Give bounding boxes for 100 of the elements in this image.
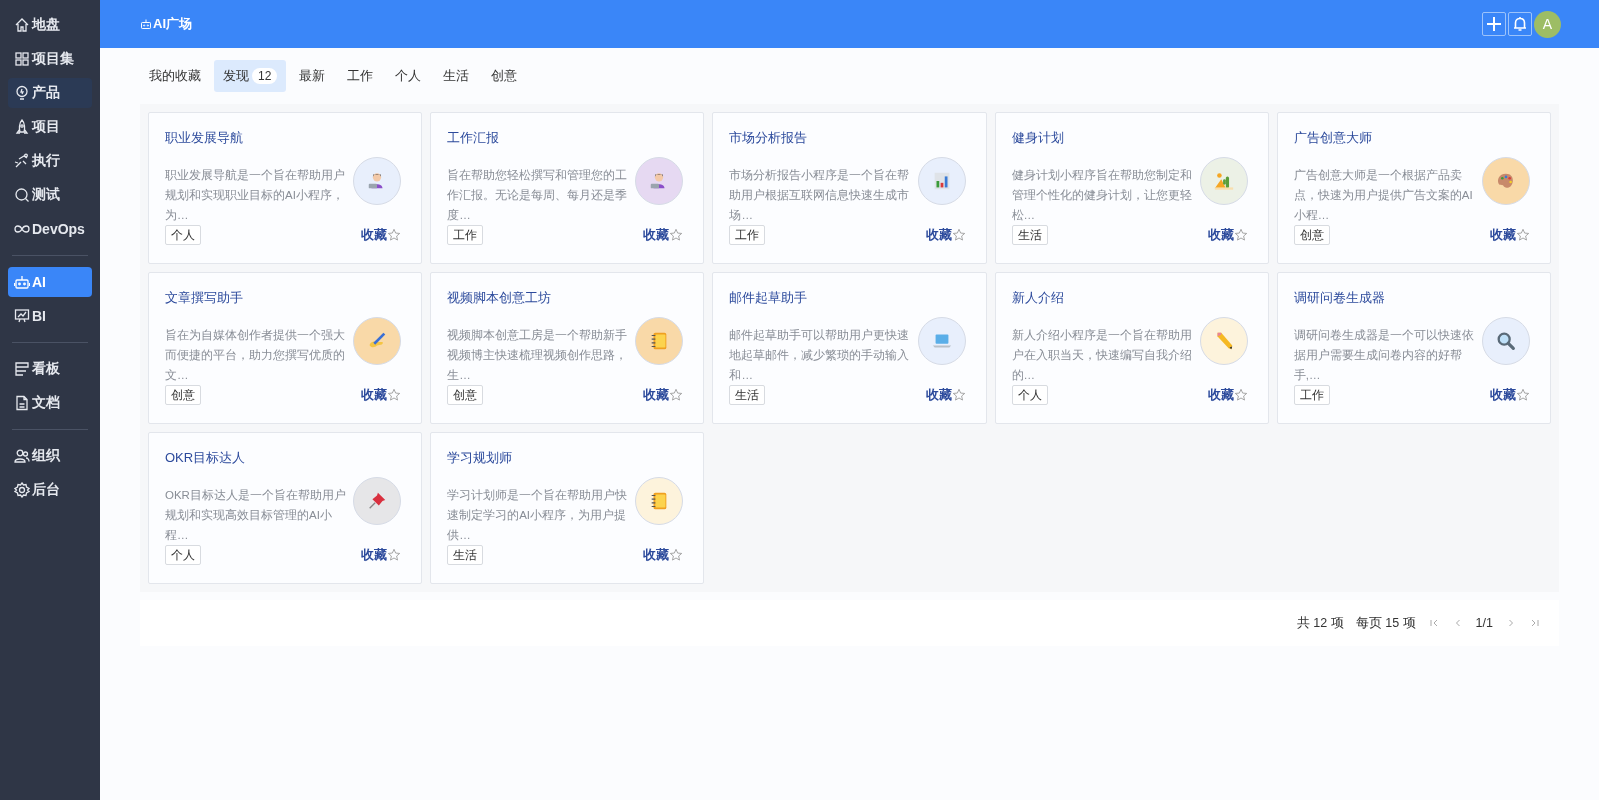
robot-icon xyxy=(140,18,152,30)
category-tag: 创意 xyxy=(1293,225,1330,245)
lightbulb-icon xyxy=(14,85,30,101)
card-title: 市场分析报告 xyxy=(729,129,809,147)
robot-icon xyxy=(14,274,30,290)
total-count: 共 12 项 xyxy=(1296,614,1344,632)
nav-label: 看板 xyxy=(32,360,60,378)
app-card[interactable]: OKR目标达人 OKR目标达人是一个旨在帮助用户规划和实现高效目标管理的AI小程… 个人 收藏 xyxy=(148,432,423,584)
category-tag: 创意 xyxy=(447,385,484,405)
tab[interactable]: 个人 xyxy=(386,60,431,92)
card-title: 文章撰写助手 xyxy=(165,289,244,307)
star-icon xyxy=(669,548,684,562)
category-tag: 个人 xyxy=(165,545,201,565)
nav-item[interactable]: 执行 xyxy=(8,146,92,176)
nav-label: 地盘 xyxy=(32,16,60,34)
tab[interactable]: 最新 xyxy=(290,60,335,92)
nav-label: 组织 xyxy=(32,447,60,465)
card-title: 学习规划师 xyxy=(447,449,514,467)
app-card[interactable]: 调研问卷生成器 调研问卷生成器是一个可以快速依据用户需要生成问卷内容的好帮手,… 工作 收藏 xyxy=(1276,272,1551,424)
card-description: 广告创意大师是一个根据产品卖点，快速为用户提供广告文案的AI小程… xyxy=(1293,168,1474,223)
app-card[interactable]: 学习规划师 学习计划师是一个旨在帮助用户快速制定学习的AI小程序，为用户提供… 生活 收藏 xyxy=(430,432,705,584)
favorite-link[interactable]: 收藏 xyxy=(643,546,684,564)
nav-item[interactable]: 项目 xyxy=(8,112,92,142)
nav-label: BI xyxy=(32,308,46,324)
tab[interactable]: 我的收藏 xyxy=(140,60,210,92)
star-icon xyxy=(1233,388,1248,402)
card-description: 健身计划小程序旨在帮助您制定和管理个性化的健身计划，让您更轻松… xyxy=(1011,168,1193,223)
rocket-icon xyxy=(14,119,30,135)
card-description: 调研问卷生成器是一个可以快速依据用户需要生成问卷内容的好帮手,… xyxy=(1293,328,1475,383)
nav-item[interactable]: 看板 xyxy=(8,354,92,384)
card-description: OKR目标达人是一个旨在帮助用户规划和实现高效目标管理的AI小程… xyxy=(165,488,347,543)
people-icon xyxy=(14,448,30,464)
document-icon xyxy=(14,395,30,411)
favorite-link[interactable]: 收藏 xyxy=(361,546,402,564)
app-card[interactable]: 文章撰写助手 旨在为自媒体创作者提供一个强大而便捷的平台，助力您撰写优质的文… 创意 收藏 xyxy=(148,272,423,424)
favorite-link[interactable]: 收藏 xyxy=(925,226,966,244)
tab[interactable]: 工作 xyxy=(338,60,383,92)
star-icon xyxy=(387,228,402,242)
card-title: 工作汇报 xyxy=(447,129,501,147)
star-icon xyxy=(951,228,966,242)
nav-label: 项目 xyxy=(32,118,60,136)
tab[interactable]: 发现 12 xyxy=(214,60,287,92)
favorite-link[interactable]: 收藏 xyxy=(1490,386,1530,404)
nav-label: 文档 xyxy=(32,394,60,412)
app-card[interactable]: 新人介绍 新人介绍小程序是一个旨在帮助用户在入职当天，快速编写自我介绍的… 个人 收藏 xyxy=(994,272,1269,424)
category-tag: 工作 xyxy=(447,225,484,245)
favorite-link[interactable]: 收藏 xyxy=(1207,386,1248,404)
favorite-link[interactable]: 收藏 xyxy=(643,386,684,404)
grid-icon xyxy=(14,51,30,67)
app-card[interactable]: 视频脚本创意工坊 视频脚本创意工房是一个帮助新手视频博主快速梳理视频创作思路，生… 创意 收藏 xyxy=(430,272,705,424)
add-button[interactable] xyxy=(1482,12,1506,36)
card-title: 视频脚本创意工坊 xyxy=(447,289,553,307)
star-icon xyxy=(387,388,402,402)
nav-item[interactable]: DevOps xyxy=(8,214,92,244)
nav-label: 执行 xyxy=(32,152,60,170)
card-title: 广告创意大师 xyxy=(1293,129,1373,147)
notification-button[interactable] xyxy=(1508,12,1532,36)
nav-item[interactable]: 地盘 xyxy=(8,10,92,40)
home-icon xyxy=(14,17,30,33)
favorite-link[interactable]: 收藏 xyxy=(361,386,402,404)
nav-label: 项目集 xyxy=(32,50,74,68)
card-description: 学习计划师是一个旨在帮助用户快速制定学习的AI小程序，为用户提供… xyxy=(447,488,629,543)
favorite-link[interactable]: 收藏 xyxy=(925,386,966,404)
chart-board-icon xyxy=(14,308,30,324)
search-icon xyxy=(14,187,30,203)
category-tag: 个人 xyxy=(1011,385,1048,405)
favorite-link[interactable]: 收藏 xyxy=(361,226,402,244)
nav-item[interactable]: 后台 xyxy=(8,475,92,505)
category-tag: 生活 xyxy=(729,385,766,405)
tab[interactable]: 生活 xyxy=(434,60,479,92)
nav-item[interactable]: 文档 xyxy=(8,388,92,418)
category-tag: 个人 xyxy=(165,225,201,245)
app-card[interactable]: 市场分析报告 市场分析报告小程序是一个旨在帮助用户根据互联网信息快速生成市场… 工作 收藏 xyxy=(712,112,987,264)
star-icon xyxy=(1233,228,1248,242)
nav-item[interactable]: 组织 xyxy=(8,441,92,471)
nav-item[interactable]: 产品 xyxy=(8,78,92,108)
nav-item[interactable]: BI xyxy=(8,301,92,331)
page-size[interactable]: 每页 15 项 xyxy=(1355,614,1416,632)
app-card[interactable]: 广告创意大师 广告创意大师是一个根据产品卖点，快速为用户提供广告文案的AI小程… 创意 收藏 xyxy=(1276,112,1551,264)
nav-label: 测试 xyxy=(32,186,60,204)
card-title: 邮件起草助手 xyxy=(729,289,809,307)
app-card[interactable]: 工作汇报 旨在帮助您轻松撰写和管理您的工作汇报。无论是每周、每月还是季度… 工作 收藏 xyxy=(430,112,705,264)
favorite-link[interactable]: 收藏 xyxy=(643,226,684,244)
bell-icon xyxy=(1512,16,1528,32)
app-card[interactable]: 健身计划 健身计划小程序旨在帮助您制定和管理个性化的健身计划，让您更轻松… 生活 收藏 xyxy=(994,112,1269,264)
nav-item[interactable]: 项目集 xyxy=(8,44,92,74)
card-description: 邮件起草助手可以帮助用户更快速地起草邮件，减少繁琐的手动输入和… xyxy=(729,328,911,383)
app-card[interactable]: 邮件起草助手 邮件起草助手可以帮助用户更快速地起草邮件，减少繁琐的手动输入和… 生活 收藏 xyxy=(712,272,987,424)
card-title: 新人介绍 xyxy=(1011,289,1065,307)
app-card[interactable]: 职业发展导航 职业发展导航是一个旨在帮助用户规划和实现职业目标的AI小程序，为… 个人 收藏 xyxy=(148,112,423,264)
favorite-link[interactable]: 收藏 xyxy=(1490,226,1530,244)
favorite-link[interactable]: 收藏 xyxy=(1207,226,1248,244)
category-tag: 工作 xyxy=(1293,385,1330,405)
nav-item[interactable]: AI xyxy=(8,267,92,297)
card-title: OKR目标达人 xyxy=(165,449,247,467)
plus-icon xyxy=(1486,16,1502,32)
tab[interactable]: 创意 xyxy=(482,60,527,92)
nav-item[interactable]: 测试 xyxy=(8,180,92,210)
card-description: 市场分析报告小程序是一个旨在帮助用户根据互联网信息快速生成市场… xyxy=(729,168,911,223)
category-tag: 工作 xyxy=(729,225,766,245)
